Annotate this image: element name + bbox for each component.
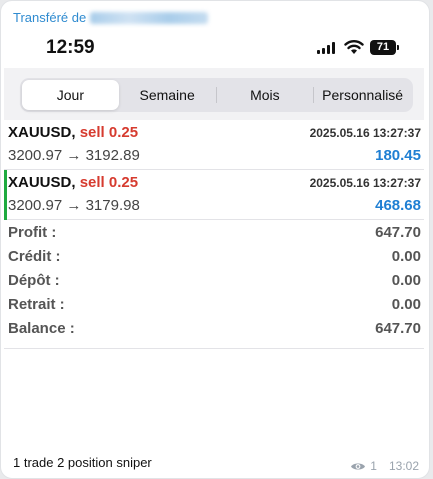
trade-profit: 180.45 (375, 147, 421, 164)
period-selector-bar: Jour Semaine Mois Personnalisé (4, 68, 424, 120)
message-meta: 1 13:02 (350, 459, 419, 473)
open-price: 3200.97 (8, 147, 63, 164)
summary-row-balance: Balance : 647.70 (4, 317, 424, 341)
tab-personnalise[interactable]: Personnalisé (314, 80, 411, 110)
forwarded-label: Transféré de (13, 10, 87, 25)
summary-row-depot: Dépôt : 0.00 (4, 269, 424, 293)
battery-icon (397, 45, 399, 50)
trade-profit: 468.68 (375, 197, 421, 214)
tab-jour[interactable]: Jour (22, 80, 119, 110)
trade-symbol-line: XAUUSD, sell 0.25 (8, 174, 138, 191)
trade-prices: 3200.97 → 3192.89 (8, 147, 140, 164)
phone-status-bar: 12:59 71 (4, 28, 424, 68)
eye-icon (351, 463, 366, 469)
status-time: 12:59 (46, 37, 95, 58)
trade-row-selected[interactable]: XAUUSD, sell 0.25 2025.05.16 13:27:37 32… (4, 170, 424, 220)
summary-value: 0.00 (391, 272, 421, 289)
summary-value: 0.00 (391, 248, 421, 265)
wifi-icon (344, 40, 364, 54)
trade-symbol: XAUUSD, (8, 124, 76, 141)
account-summary: Profit : 647.70 Crédit : 0.00 Dépôt : 0.… (4, 221, 424, 341)
summary-label: Profit : (8, 224, 57, 241)
arrow-right-icon: → (66, 197, 82, 214)
tab-mois[interactable]: Mois (217, 80, 314, 110)
trade-row[interactable]: XAUUSD, sell 0.25 2025.05.16 13:27:37 32… (4, 120, 424, 170)
summary-row-credit: Crédit : 0.00 (4, 245, 424, 269)
period-segmented-control: Jour Semaine Mois Personnalisé (20, 78, 413, 112)
message-time: 13:02 (388, 459, 419, 473)
trade-side: sell 0.25 (79, 124, 139, 141)
selection-indicator (4, 170, 7, 220)
tab-semaine[interactable]: Semaine (119, 80, 216, 110)
summary-value: 647.70 (375, 224, 421, 241)
view-count: 1 (370, 459, 377, 473)
trade-side: sell 0.25 (79, 174, 139, 191)
summary-label: Dépôt : (8, 272, 60, 289)
trade-time: 2025.05.16 13:27:37 (309, 176, 421, 190)
arrow-right-icon: → (66, 147, 82, 164)
trade-symbol-line: XAUUSD, sell 0.25 (8, 124, 138, 141)
summary-label: Retrait : (8, 296, 65, 313)
summary-row-retrait: Retrait : 0.00 (4, 293, 424, 317)
message-caption: 1 trade 2 position sniper (13, 455, 152, 470)
summary-row-profit: Profit : 647.70 (4, 221, 424, 245)
trade-symbol: XAUUSD, (8, 174, 76, 191)
open-price: 3200.97 (8, 197, 63, 214)
summary-value: 647.70 (375, 320, 421, 337)
close-price: 3192.89 (85, 147, 140, 164)
forwarded-header[interactable]: Transféré de (13, 10, 209, 25)
summary-value: 0.00 (391, 296, 421, 313)
close-price: 3179.98 (85, 197, 140, 214)
trade-time: 2025.05.16 13:27:37 (309, 126, 421, 140)
screenshot-image[interactable]: 12:59 71 Jour Semaine Mois Personnalisé (4, 28, 424, 356)
summary-divider (4, 348, 424, 349)
summary-label: Crédit : (8, 248, 61, 265)
forwarded-source-redacted (90, 11, 209, 24)
summary-label: Balance : (8, 320, 75, 337)
message-bubble[interactable]: Transféré de 12:59 71 Jour Semaine Mois (0, 0, 430, 479)
battery-level: 71 (370, 40, 396, 55)
trade-prices: 3200.97 → 3179.98 (8, 197, 140, 214)
cellular-signal-icon (317, 42, 335, 54)
